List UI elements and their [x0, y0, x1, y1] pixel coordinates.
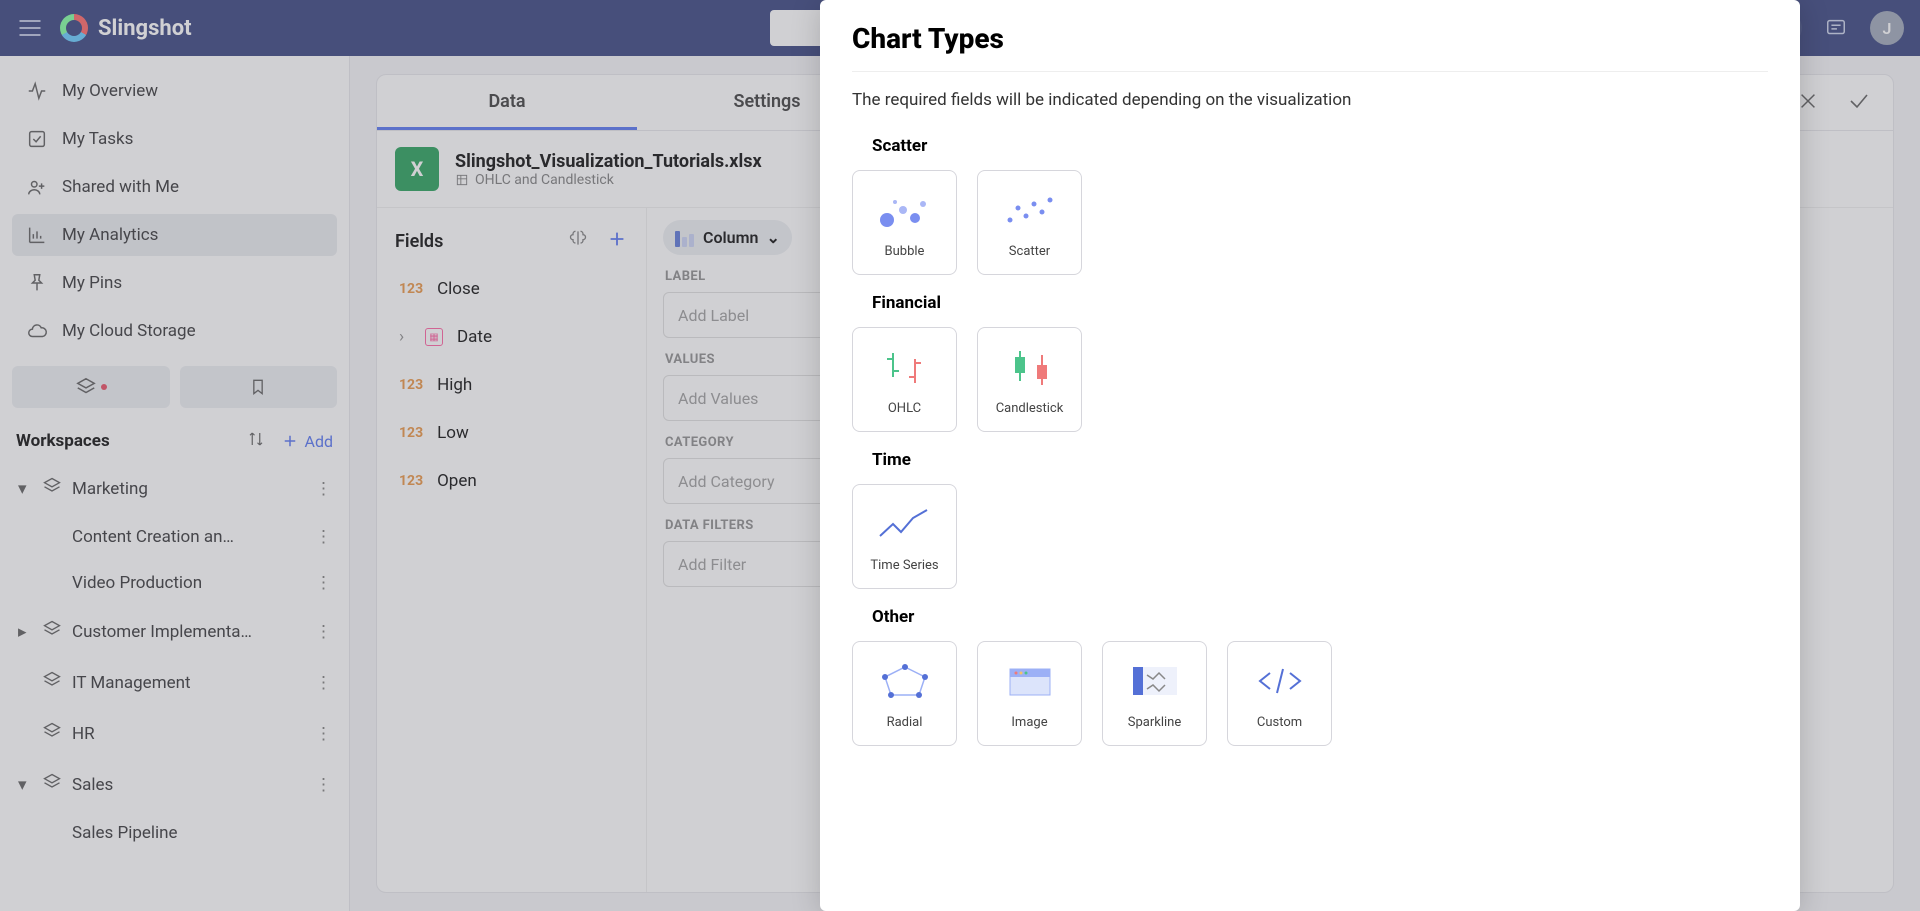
- app-name: Slingshot: [98, 16, 192, 41]
- cloud-icon: [26, 320, 48, 342]
- pin-icon: [26, 272, 48, 294]
- workspace-content-creation[interactable]: Content Creation an… ⋮: [12, 517, 337, 557]
- code-icon: [1250, 657, 1310, 705]
- nav-analytics[interactable]: My Analytics: [12, 214, 337, 256]
- more-icon[interactable]: ⋮: [315, 775, 331, 795]
- stack-icon: [42, 670, 62, 695]
- candlestick-icon: [1000, 343, 1060, 391]
- more-icon[interactable]: ⋮: [315, 573, 331, 593]
- more-icon[interactable]: ⋮: [315, 622, 331, 642]
- activity-icon: [26, 80, 48, 102]
- nav-cloud[interactable]: My Cloud Storage: [12, 310, 337, 352]
- tile-image[interactable]: Image: [977, 641, 1082, 746]
- checkbox-icon: [26, 128, 48, 150]
- comments-button[interactable]: [1820, 12, 1852, 44]
- caret-right-icon: ▸: [18, 622, 32, 642]
- stack-icon: [42, 772, 62, 797]
- bubble-icon: [875, 186, 935, 234]
- caret-down-icon: ▾: [18, 775, 32, 795]
- column-chart-icon: [675, 229, 695, 247]
- popover-description: The required fields will be indicated de…: [852, 90, 1768, 110]
- tile-sparkline[interactable]: Sparkline: [1102, 641, 1207, 746]
- tile-scatter[interactable]: Scatter: [977, 170, 1082, 275]
- chart-icon: [26, 224, 48, 246]
- add-category-input[interactable]: Add Category: [663, 458, 833, 504]
- connection-title: Slingshot_Visualization_Tutorials.xlsx: [455, 151, 762, 172]
- chevron-down-icon: ⌄: [766, 228, 779, 247]
- field-close[interactable]: 123Close: [377, 265, 646, 313]
- workspace-it[interactable]: ▸ IT Management ⋮: [12, 660, 337, 705]
- tile-ohlc[interactable]: OHLC: [852, 327, 957, 432]
- scatter-icon: [1000, 186, 1060, 234]
- tile-bubble[interactable]: Bubble: [852, 170, 957, 275]
- menu-button[interactable]: [16, 14, 44, 42]
- chart-type-picker[interactable]: Column ⌄: [663, 220, 792, 255]
- app-logo[interactable]: Slingshot: [60, 14, 192, 42]
- stack-icon: [42, 476, 62, 501]
- add-filter-input[interactable]: Add Filter: [663, 541, 833, 587]
- field-date[interactable]: ›▦Date: [377, 313, 646, 361]
- date-type-icon: ▦: [425, 328, 443, 346]
- number-type-icon: 123: [399, 377, 423, 393]
- workspace-sales[interactable]: ▾ Sales ⋮: [12, 762, 337, 807]
- group-scatter: Scatter: [872, 136, 1768, 156]
- people-icon: [26, 176, 48, 198]
- field-low[interactable]: 123Low: [377, 409, 646, 457]
- chart-types-popover: Chart Types The required fields will be …: [820, 0, 1800, 911]
- ohlc-icon: [875, 343, 935, 391]
- user-avatar[interactable]: J: [1870, 11, 1904, 45]
- caret-down-icon: ▾: [18, 479, 32, 499]
- sparkline-icon: [1125, 657, 1185, 705]
- add-workspace-button[interactable]: Add: [281, 432, 333, 451]
- connection-subtitle: OHLC and Candlestick: [455, 172, 762, 188]
- sidebar: My Overview My Tasks Shared with Me My A…: [0, 56, 350, 911]
- logo-icon: [60, 14, 88, 42]
- more-icon[interactable]: ⋮: [315, 527, 331, 547]
- more-icon[interactable]: ⋮: [315, 479, 331, 499]
- workspace-sales-pipeline[interactable]: Sales Pipeline: [12, 813, 337, 853]
- nav-tasks[interactable]: My Tasks: [12, 118, 337, 160]
- image-icon: [1000, 657, 1060, 705]
- group-time: Time: [872, 450, 1768, 470]
- nav-overview[interactable]: My Overview: [12, 70, 337, 112]
- number-type-icon: 123: [399, 281, 423, 297]
- layers-toggle[interactable]: [12, 366, 170, 408]
- bookmark-toggle[interactable]: [180, 366, 338, 408]
- confirm-icon[interactable]: [1847, 89, 1871, 117]
- chevron-right-icon: ›: [399, 327, 411, 347]
- stack-icon: [42, 721, 62, 746]
- tab-data[interactable]: Data: [377, 75, 637, 130]
- workspaces-heading: Workspaces: [16, 431, 110, 451]
- tile-time-series[interactable]: Time Series: [852, 484, 957, 589]
- tile-radial[interactable]: Radial: [852, 641, 957, 746]
- group-financial: Financial: [872, 293, 1768, 313]
- field-open[interactable]: 123Open: [377, 457, 646, 505]
- popover-title: Chart Types: [852, 22, 1768, 55]
- tile-candlestick[interactable]: Candlestick: [977, 327, 1082, 432]
- time-series-icon: [875, 500, 935, 548]
- radial-icon: [875, 657, 935, 705]
- close-icon[interactable]: [1797, 90, 1819, 116]
- workspace-video-production[interactable]: Video Production ⋮: [12, 563, 337, 603]
- sort-icon[interactable]: [247, 430, 265, 452]
- excel-icon: X: [395, 147, 439, 191]
- group-other: Other: [872, 607, 1768, 627]
- nav-shared[interactable]: Shared with Me: [12, 166, 337, 208]
- stack-icon: [42, 619, 62, 644]
- nav-pins[interactable]: My Pins: [12, 262, 337, 304]
- workspace-customer-impl[interactable]: ▸ Customer Implementa… ⋮: [12, 609, 337, 654]
- number-type-icon: 123: [399, 425, 423, 441]
- workspace-marketing[interactable]: ▾ Marketing ⋮: [12, 466, 337, 511]
- plus-icon[interactable]: [606, 228, 628, 255]
- workspace-hr[interactable]: ▸ HR ⋮: [12, 711, 337, 756]
- tile-custom[interactable]: Custom: [1227, 641, 1332, 746]
- brain-icon[interactable]: [568, 228, 588, 255]
- more-icon[interactable]: ⋮: [315, 673, 331, 693]
- field-high[interactable]: 123High: [377, 361, 646, 409]
- more-icon[interactable]: ⋮: [315, 724, 331, 744]
- add-label-input[interactable]: Add Label: [663, 292, 833, 338]
- number-type-icon: 123: [399, 473, 423, 489]
- add-values-input[interactable]: Add Values: [663, 375, 833, 421]
- fields-heading: Fields: [395, 231, 443, 252]
